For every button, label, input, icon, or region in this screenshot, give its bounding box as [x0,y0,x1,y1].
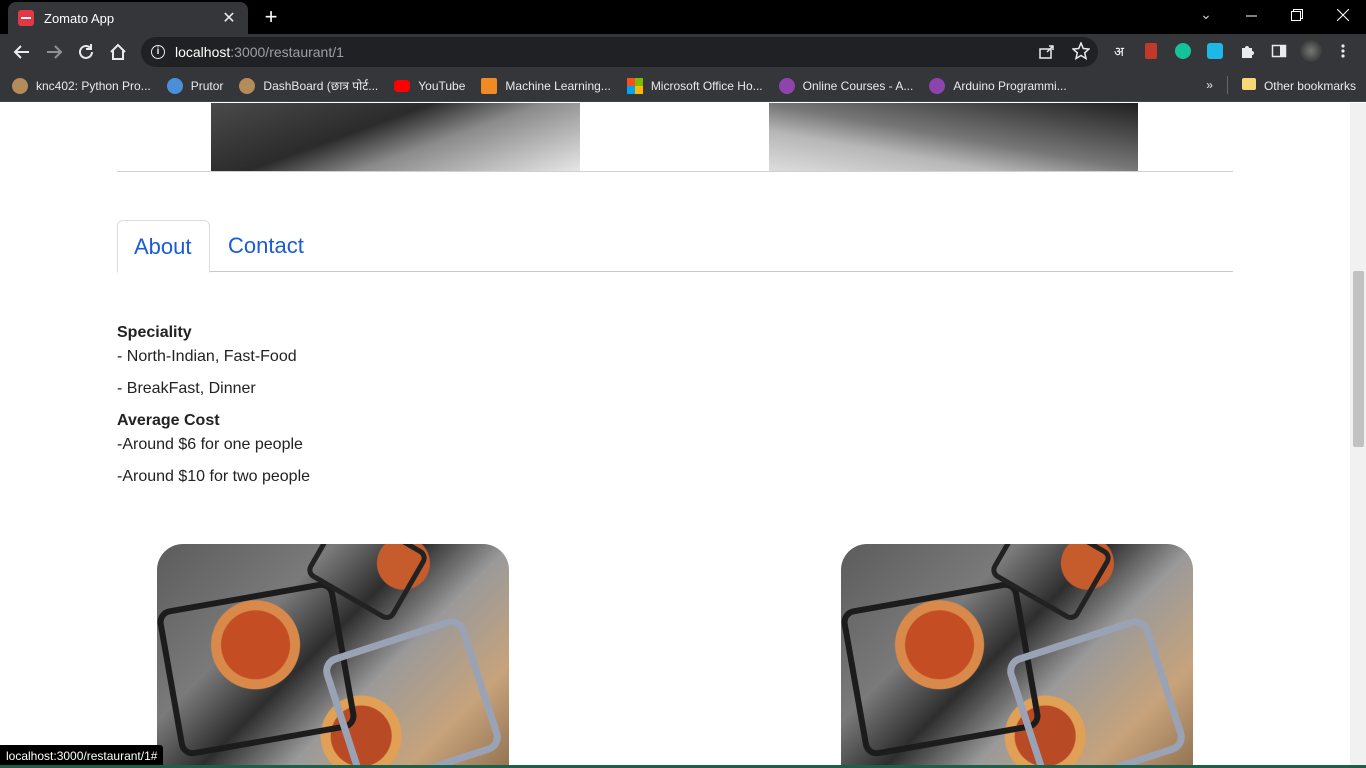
close-tab-icon[interactable]: ✕ [220,8,238,28]
tab-about[interactable]: About [117,220,210,273]
pen-extension-icon[interactable] [1204,40,1226,62]
restaurant-photo-kitchen [211,103,580,171]
book-extension-icon[interactable] [1140,40,1162,62]
other-bookmarks-label: Other bookmarks [1263,78,1356,93]
new-tab-button[interactable]: + [258,4,284,30]
menu-kebab-icon[interactable] [1332,40,1354,62]
cost-line: -Around $6 for one people [117,436,303,453]
microsoft-logo-icon [626,77,643,94]
speciality-line: - BreakFast, Dinner [117,380,256,397]
restore-button[interactable] [1274,0,1320,30]
bookmark-dashboard[interactable]: DashBoard (छात्र पोर्ट... [239,77,378,94]
bookmark-label: Arduino Programmi... [953,78,1067,93]
bookmark-online-courses[interactable]: Online Courses - A... [778,77,914,94]
speciality-heading: Speciality [117,324,192,341]
back-arrow-icon [13,45,29,59]
restaurant-photo-dining [769,103,1138,171]
cost-heading: Average Cost [117,412,220,429]
bookmark-label: Machine Learning... [505,78,611,93]
bookmark-youtube[interactable]: YouTube [394,79,465,93]
side-panel-icon[interactable] [1268,40,1290,62]
profile-avatar[interactable] [1300,40,1322,62]
reload-icon [79,44,93,59]
bookmark-knc402[interactable]: knc402: Python Pro... [12,77,151,94]
zomato-favicon-icon [18,10,34,26]
other-bookmarks-folder[interactable]: Other bookmarks [1241,77,1356,93]
forward-button[interactable] [40,38,68,66]
home-icon [110,43,126,60]
pizza-phones-image[interactable] [841,544,1193,768]
extensions-row: अ [1108,40,1354,62]
grammarly-extension-icon[interactable] [1172,40,1194,62]
bookmark-label: knc402: Python Pro... [36,78,151,93]
back-button[interactable] [8,38,36,66]
bookmark-favicon-icon [166,77,183,94]
puzzle-extensions-icon[interactable] [1236,40,1258,62]
bookmark-label: YouTube [418,78,466,93]
tab-title: Zomato App [44,10,115,26]
browser-titlebar: Zomato App ✕ + ⌄ [0,0,1366,34]
reload-button[interactable] [72,38,100,66]
youtube-icon [394,79,411,92]
about-panel: Speciality - North-Indian, Fast-Food - B… [117,321,310,489]
site-info-icon[interactable]: i [151,45,165,59]
url-path: :3000/restaurant/1 [230,44,344,60]
bookmark-arduino[interactable]: Arduino Programmi... [929,77,1067,94]
browser-toolbar: i localhost:3000/restaurant/1 अ [0,34,1366,70]
address-bar[interactable]: i localhost:3000/restaurant/1 [141,37,1098,67]
bookmark-favicon-icon [929,77,946,94]
window-controls [1228,0,1366,34]
divider [117,171,1233,172]
close-window-button[interactable] [1320,0,1366,30]
bookmark-favicon-icon [12,77,28,94]
bookmark-microsoft-office[interactable]: Microsoft Office Ho... [626,77,763,94]
bookmark-favicon-icon [481,77,498,94]
scrollbar-thumb[interactable] [1353,271,1364,447]
bookmark-label: Prutor [190,78,224,93]
bookmarks-bar: knc402: Python Pro... Prutor DashBoard (… [0,70,1366,102]
home-button[interactable] [104,38,132,66]
cost-line: -Around $10 for two people [117,468,311,485]
minimize-button[interactable] [1228,0,1274,30]
bookmark-favicon-icon [778,77,795,94]
info-tabs: About Contact [117,220,1233,273]
share-icon[interactable] [1038,42,1056,60]
translate-extension-icon[interactable]: अ [1108,40,1130,62]
bookmark-label: DashBoard (छात्र पोर्ट... [263,79,379,93]
forward-arrow-icon [47,45,63,59]
bookmark-prutor[interactable]: Prutor [166,77,224,94]
page-scrollbar[interactable] [1350,103,1366,768]
speciality-line: - North-Indian, Fast-Food [117,348,297,365]
tab-contact[interactable]: Contact [212,220,320,272]
bookmark-favicon-icon [239,77,256,94]
folder-icon [1241,77,1256,90]
bookmark-star-icon[interactable] [1072,42,1090,60]
bookmark-label: Online Courses - A... [802,78,914,93]
bookmark-machine-learning[interactable]: Machine Learning... [481,77,611,94]
page-viewport: About Contact Speciality - North-Indian,… [0,103,1350,768]
bookmark-label: Microsoft Office Ho... [650,78,763,93]
url-host: localhost [175,44,231,60]
browser-tab[interactable]: Zomato App ✕ [8,2,248,34]
more-bookmarks-button[interactable]: » [1206,78,1213,92]
pizza-phones-image[interactable] [157,544,509,768]
tab-search-chevron-icon[interactable]: ⌄ [1196,6,1216,23]
